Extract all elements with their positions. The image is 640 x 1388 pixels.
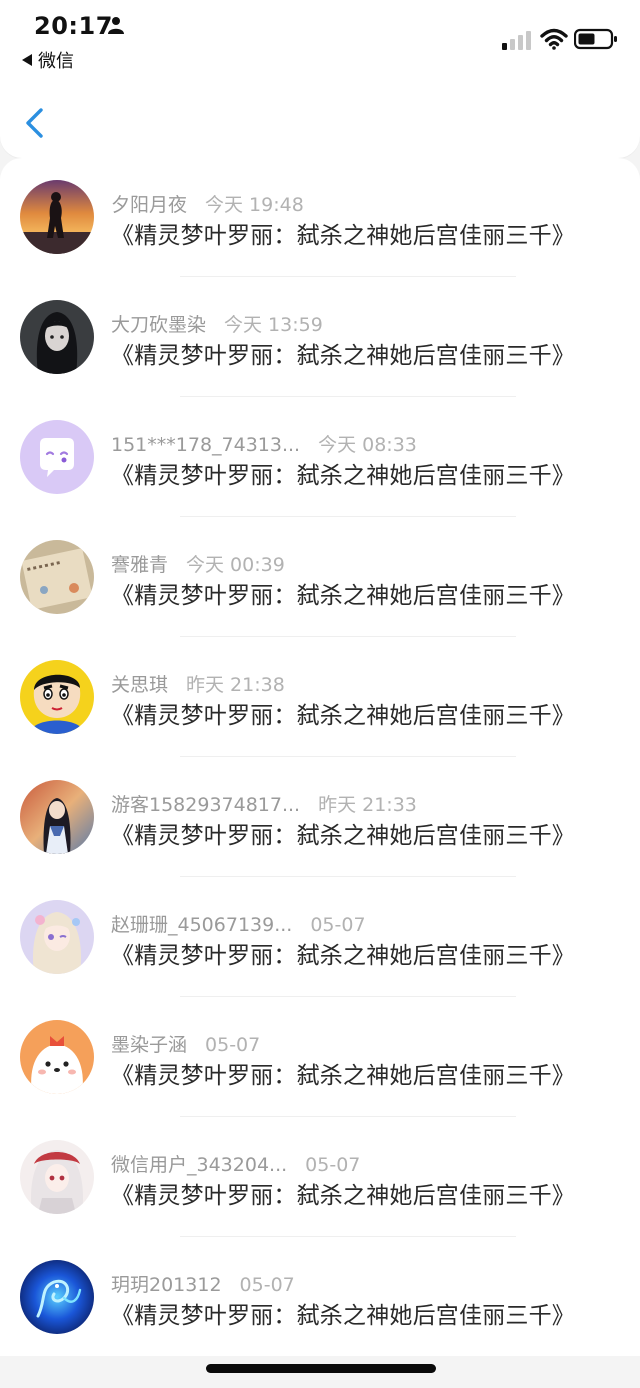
comment-text: 《精灵梦叶罗丽：弑杀之神她后宫佳丽三千》: [111, 1183, 575, 1209]
comment-meta: 墨染子涵 05-07: [111, 1030, 260, 1057]
comment-time: 05-07: [205, 1034, 261, 1056]
comment-time: 05-07: [239, 1274, 295, 1296]
comment-time: 今天 08:33: [318, 434, 417, 456]
back-arrow-icon[interactable]: [22, 104, 48, 142]
user-name[interactable]: 謇雅青: [111, 550, 168, 577]
comment-time: 今天 19:48: [205, 194, 304, 216]
signal-icon: [502, 31, 531, 50]
dark-anime-girl-icon: [20, 300, 94, 374]
comment-text: 《精灵梦叶罗丽：弑杀之神她后宫佳丽三千》: [111, 583, 575, 609]
battery-icon: [574, 28, 617, 50]
notebook-photo-icon: [20, 540, 94, 614]
user-name[interactable]: 赵珊珊_45067139...: [111, 910, 292, 937]
home-indicator[interactable]: [206, 1364, 436, 1373]
person-icon: [108, 17, 124, 34]
anime-girl-traditional-icon: [20, 780, 94, 854]
wifi-icon: [540, 28, 568, 50]
pastel-anime-girl-icon: [20, 900, 94, 974]
top-bar: 20:17 微信: [0, 0, 640, 158]
comment-meta: 赵珊珊_45067139... 05-07: [111, 910, 366, 937]
divider: [180, 1236, 516, 1237]
divider: [180, 636, 516, 637]
comment-text: 《精灵梦叶罗丽：弑杀之神她后宫佳丽三千》: [111, 463, 575, 489]
divider: [180, 516, 516, 517]
comment-meta: 謇雅青 今天 00:39: [111, 550, 285, 577]
comment-text: 《精灵梦叶罗丽：弑杀之神她后宫佳丽三千》: [111, 1063, 575, 1089]
comment-time: 今天 13:59: [224, 314, 323, 336]
user-name[interactable]: 游客15829374817...: [111, 790, 300, 817]
user-name[interactable]: 墨染子涵: [111, 1030, 187, 1057]
list-item[interactable]: 大刀砍墨染 今天 13:59 《精灵梦叶罗丽：弑杀之神她后宫佳丽三千》: [0, 278, 640, 398]
list-item[interactable]: 游客15829374817... 昨天 21:33 《精灵梦叶罗丽：弑杀之神她后宫…: [0, 758, 640, 878]
comment-text: 《精灵梦叶罗丽：弑杀之神她后宫佳丽三千》: [111, 343, 575, 369]
avatar[interactable]: [20, 1140, 94, 1214]
user-name[interactable]: 夕阳月夜: [111, 190, 187, 217]
cute-puppy-icon: [20, 1020, 94, 1094]
chat-bubble-icon: [20, 420, 94, 494]
avatar[interactable]: [20, 540, 94, 614]
comment-text: 《精灵梦叶罗丽：弑杀之神她后宫佳丽三千》: [111, 703, 575, 729]
back-triangle-icon: [22, 54, 32, 66]
user-name[interactable]: 玥玥201312: [111, 1270, 222, 1297]
white-hair-anime-girl-icon: [20, 1140, 94, 1214]
divider: [180, 276, 516, 277]
avatar[interactable]: [20, 900, 94, 974]
avatar[interactable]: [20, 420, 94, 494]
list-item[interactable]: 玥玥201312 05-07 《精灵梦叶罗丽：弑杀之神她后宫佳丽三千》: [0, 1238, 640, 1358]
list-item[interactable]: 关思琪 昨天 21:38 《精灵梦叶罗丽：弑杀之神她后宫佳丽三千》: [0, 638, 640, 758]
back-app-label: 微信: [38, 51, 74, 72]
comment-meta: 关思琪 昨天 21:38: [111, 670, 285, 697]
avatar[interactable]: [20, 1260, 94, 1334]
list-item[interactable]: 墨染子涵 05-07 《精灵梦叶罗丽：弑杀之神她后宫佳丽三千》: [0, 998, 640, 1118]
divider: [180, 1116, 516, 1117]
avatar[interactable]: [20, 300, 94, 374]
comment-time: 昨天 21:33: [318, 794, 417, 816]
list-item[interactable]: 微信用户_343204... 05-07 《精灵梦叶罗丽：弑杀之神她后宫佳丽三千》: [0, 1118, 640, 1238]
list-item[interactable]: 夕阳月夜 今天 19:48 《精灵梦叶罗丽：弑杀之神她后宫佳丽三千》: [0, 158, 640, 278]
comment-meta: 微信用户_343204... 05-07: [111, 1150, 360, 1177]
comment-time: 05-07: [310, 914, 366, 936]
sunset-silhouette-icon: [20, 180, 94, 254]
user-name[interactable]: 大刀砍墨染: [111, 310, 206, 337]
comment-meta: 大刀砍墨染 今天 13:59: [111, 310, 323, 337]
comment-text: 《精灵梦叶罗丽：弑杀之神她后宫佳丽三千》: [111, 223, 575, 249]
avatar[interactable]: [20, 180, 94, 254]
comment-meta: 玥玥201312 05-07: [111, 1270, 295, 1297]
user-name[interactable]: 关思琪: [111, 670, 168, 697]
blue-dragon-icon: [20, 1260, 94, 1334]
back-to-app-button[interactable]: 微信: [22, 47, 74, 73]
comment-time: 今天 00:39: [186, 554, 285, 576]
list-item[interactable]: 赵珊珊_45067139... 05-07 《精灵梦叶罗丽：弑杀之神她后宫佳丽三千…: [0, 878, 640, 998]
comment-text: 《精灵梦叶罗丽：弑杀之神她后宫佳丽三千》: [111, 1303, 575, 1329]
comment-meta: 151***178_74313... 今天 08:33: [111, 430, 417, 457]
divider: [180, 876, 516, 877]
comment-text: 《精灵梦叶罗丽：弑杀之神她后宫佳丽三千》: [111, 943, 575, 969]
user-name[interactable]: 151***178_74313...: [111, 434, 300, 456]
comment-list: 夕阳月夜 今天 19:48 《精灵梦叶罗丽：弑杀之神她后宫佳丽三千》 大刀砍墨染今…: [0, 158, 640, 1356]
comment-time: 昨天 21:38: [186, 674, 285, 696]
divider: [180, 756, 516, 757]
cartoon-boy-icon: [20, 660, 94, 734]
avatar[interactable]: [20, 660, 94, 734]
comment-time: 05-07: [305, 1154, 361, 1176]
comment-text: 《精灵梦叶罗丽：弑杀之神她后宫佳丽三千》: [111, 823, 575, 849]
status-time: 20:17: [34, 12, 113, 40]
list-item[interactable]: 謇雅青 今天 00:39 《精灵梦叶罗丽：弑杀之神她后宫佳丽三千》: [0, 518, 640, 638]
avatar[interactable]: [20, 1020, 94, 1094]
comment-meta: 夕阳月夜 今天 19:48: [111, 190, 304, 217]
avatar[interactable]: [20, 780, 94, 854]
list-item[interactable]: 151***178_74313... 今天 08:33 《精灵梦叶罗丽：弑杀之神她…: [0, 398, 640, 518]
user-name[interactable]: 微信用户_343204...: [111, 1150, 287, 1177]
divider: [180, 996, 516, 997]
divider: [180, 396, 516, 397]
comment-meta: 游客15829374817... 昨天 21:33: [111, 790, 417, 817]
